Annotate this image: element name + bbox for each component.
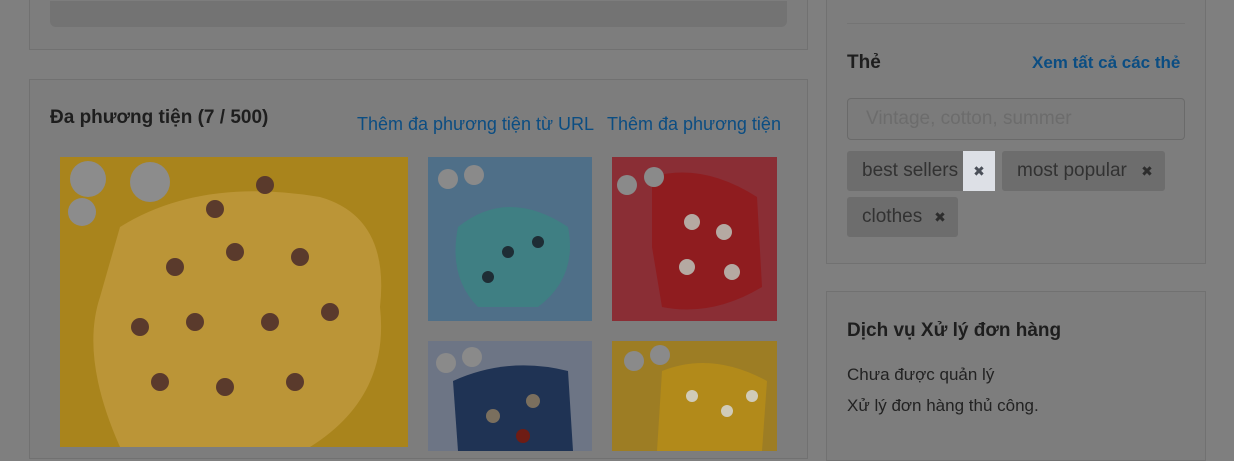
add-media-from-url-link[interactable]: Thêm đa phương tiện từ URL xyxy=(357,114,594,135)
close-icon[interactable]: ✖ xyxy=(963,151,995,191)
media-title: Đa phương tiện (7 / 500) xyxy=(50,107,269,128)
tags-input[interactable] xyxy=(847,98,1185,140)
add-media-link[interactable]: Thêm đa phương tiện xyxy=(607,114,781,135)
fulfillment-status: Chưa được quản lý xyxy=(847,365,995,384)
top-card-field xyxy=(50,1,787,27)
fulfillment-title: Dịch vụ Xử lý đơn hàng xyxy=(847,320,1062,341)
mint-sweater-photo xyxy=(428,157,592,321)
tag-chip-best-sellers: best sellers ✖ xyxy=(847,151,995,191)
media-image-5[interactable] xyxy=(612,341,777,451)
yellow-sweater-photo xyxy=(60,157,408,447)
media-image-3[interactable] xyxy=(612,157,777,321)
tag-label: best sellers xyxy=(862,160,959,181)
media-image-4[interactable] xyxy=(428,341,592,451)
view-all-tags-link[interactable]: Xem tất cả các thẻ xyxy=(1032,53,1180,73)
close-icon[interactable]: ✖ xyxy=(924,197,956,237)
media-image-2[interactable] xyxy=(428,157,592,321)
tags-title: Thẻ xyxy=(847,52,881,73)
navy-sweater-photo xyxy=(428,341,592,451)
red-sweater-photo xyxy=(612,157,777,321)
yellow-sweater-small-photo xyxy=(612,341,777,451)
tag-chip-clothes: clothes ✖ xyxy=(847,197,958,237)
close-icon[interactable]: ✖ xyxy=(1131,151,1163,191)
tag-chip-most-popular: most popular ✖ xyxy=(1002,151,1165,191)
divider xyxy=(847,23,1185,24)
tag-label: most popular xyxy=(1017,160,1127,181)
top-card xyxy=(29,0,808,50)
media-image-main[interactable] xyxy=(60,157,408,447)
tag-label: clothes xyxy=(862,206,923,227)
fulfillment-description: Xử lý đơn hàng thủ công. xyxy=(847,396,1039,415)
